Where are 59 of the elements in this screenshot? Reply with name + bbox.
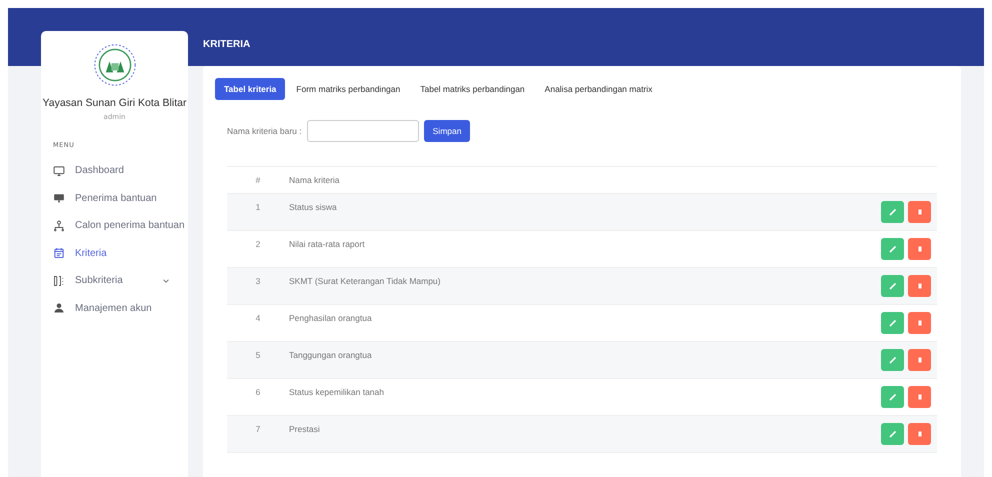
- table-cell-text: 7: [254, 424, 262, 434]
- edit-button[interactable]: [881, 312, 904, 334]
- organization-name: Yayasan Sunan Giri Kota Blitar: [42, 97, 186, 109]
- pencil-icon: [888, 355, 898, 365]
- delete-button[interactable]: [908, 386, 931, 408]
- pencil-icon: [888, 392, 898, 402]
- network-icon: [53, 220, 65, 232]
- tab[interactable]: Form matriks perbandingan: [287, 78, 410, 100]
- edit-button[interactable]: [881, 238, 904, 260]
- table-cell-text: 6: [254, 387, 262, 397]
- pencil-icon: [888, 318, 898, 328]
- delete-button[interactable]: [908, 349, 931, 371]
- tab[interactable]: Tabel matriks perbandingan: [411, 78, 534, 100]
- columns-icon: [53, 274, 65, 287]
- pencil-icon: [888, 429, 898, 439]
- calendar-icon: [53, 247, 65, 260]
- edit-button[interactable]: [881, 386, 904, 408]
- edit-button[interactable]: [881, 349, 904, 371]
- edit-button[interactable]: [881, 423, 904, 445]
- delete-button[interactable]: [908, 275, 931, 297]
- pencil-icon: [888, 244, 898, 254]
- sidebar-item[interactable]: Dashboard: [41, 157, 188, 184]
- pencil-icon: [888, 281, 898, 291]
- field-label: Nama kriteria baru :: [227, 126, 302, 136]
- table-cell-text: 2: [254, 239, 262, 249]
- table-cell-text: Prestasi: [289, 424, 321, 434]
- table-cell-text: 1: [254, 202, 262, 212]
- table-cell-text: 3: [254, 276, 262, 286]
- monitor-icon: [53, 164, 65, 177]
- table-cell-text: Nilai rata-rata raport: [289, 239, 366, 249]
- table-cell-text: Status kepemilikan tanah: [289, 387, 385, 397]
- presentation-icon: [53, 192, 65, 204]
- table-cell-text: Status siswa: [289, 202, 338, 212]
- pencil-icon: [888, 207, 898, 217]
- sidebar-item[interactable]: Subkriteria: [41, 267, 188, 294]
- table-cell-text: Tanggungan orangtua: [289, 350, 373, 360]
- table-cell-text: 4: [254, 313, 262, 323]
- page-title: KRITERIA: [203, 38, 252, 52]
- sidebar-item[interactable]: Calon penerima bantuan: [41, 212, 188, 240]
- sidebar-item[interactable]: Kriteria: [41, 240, 188, 267]
- sidebar-item[interactable]: Penerima bantuan: [41, 184, 188, 212]
- delete-button[interactable]: [908, 201, 931, 223]
- edit-button[interactable]: [881, 275, 904, 297]
- table-cell-text: SKMT (Surat Keterangan Tidak Mampu): [289, 276, 442, 286]
- edit-button[interactable]: [881, 201, 904, 223]
- save-button[interactable]: Simpan: [424, 120, 470, 142]
- column-header: Nama kriteria: [289, 175, 341, 185]
- table-cell-text: Penghasilan orangtua: [289, 313, 373, 323]
- input-field[interactable]: [306, 120, 419, 142]
- sidebar-item[interactable]: Manajemen akun: [41, 294, 188, 322]
- tab[interactable]: Analisa perbandingan matrix: [536, 78, 662, 100]
- delete-button[interactable]: [908, 312, 931, 334]
- column-header: #: [254, 175, 262, 185]
- delete-button[interactable]: [908, 423, 931, 445]
- table-cell-text: 5: [254, 350, 262, 360]
- user-icon: [53, 302, 65, 314]
- logo-icon: [92, 43, 136, 87]
- delete-button[interactable]: [908, 238, 931, 260]
- tab[interactable]: Tabel kriteria: [215, 78, 286, 100]
